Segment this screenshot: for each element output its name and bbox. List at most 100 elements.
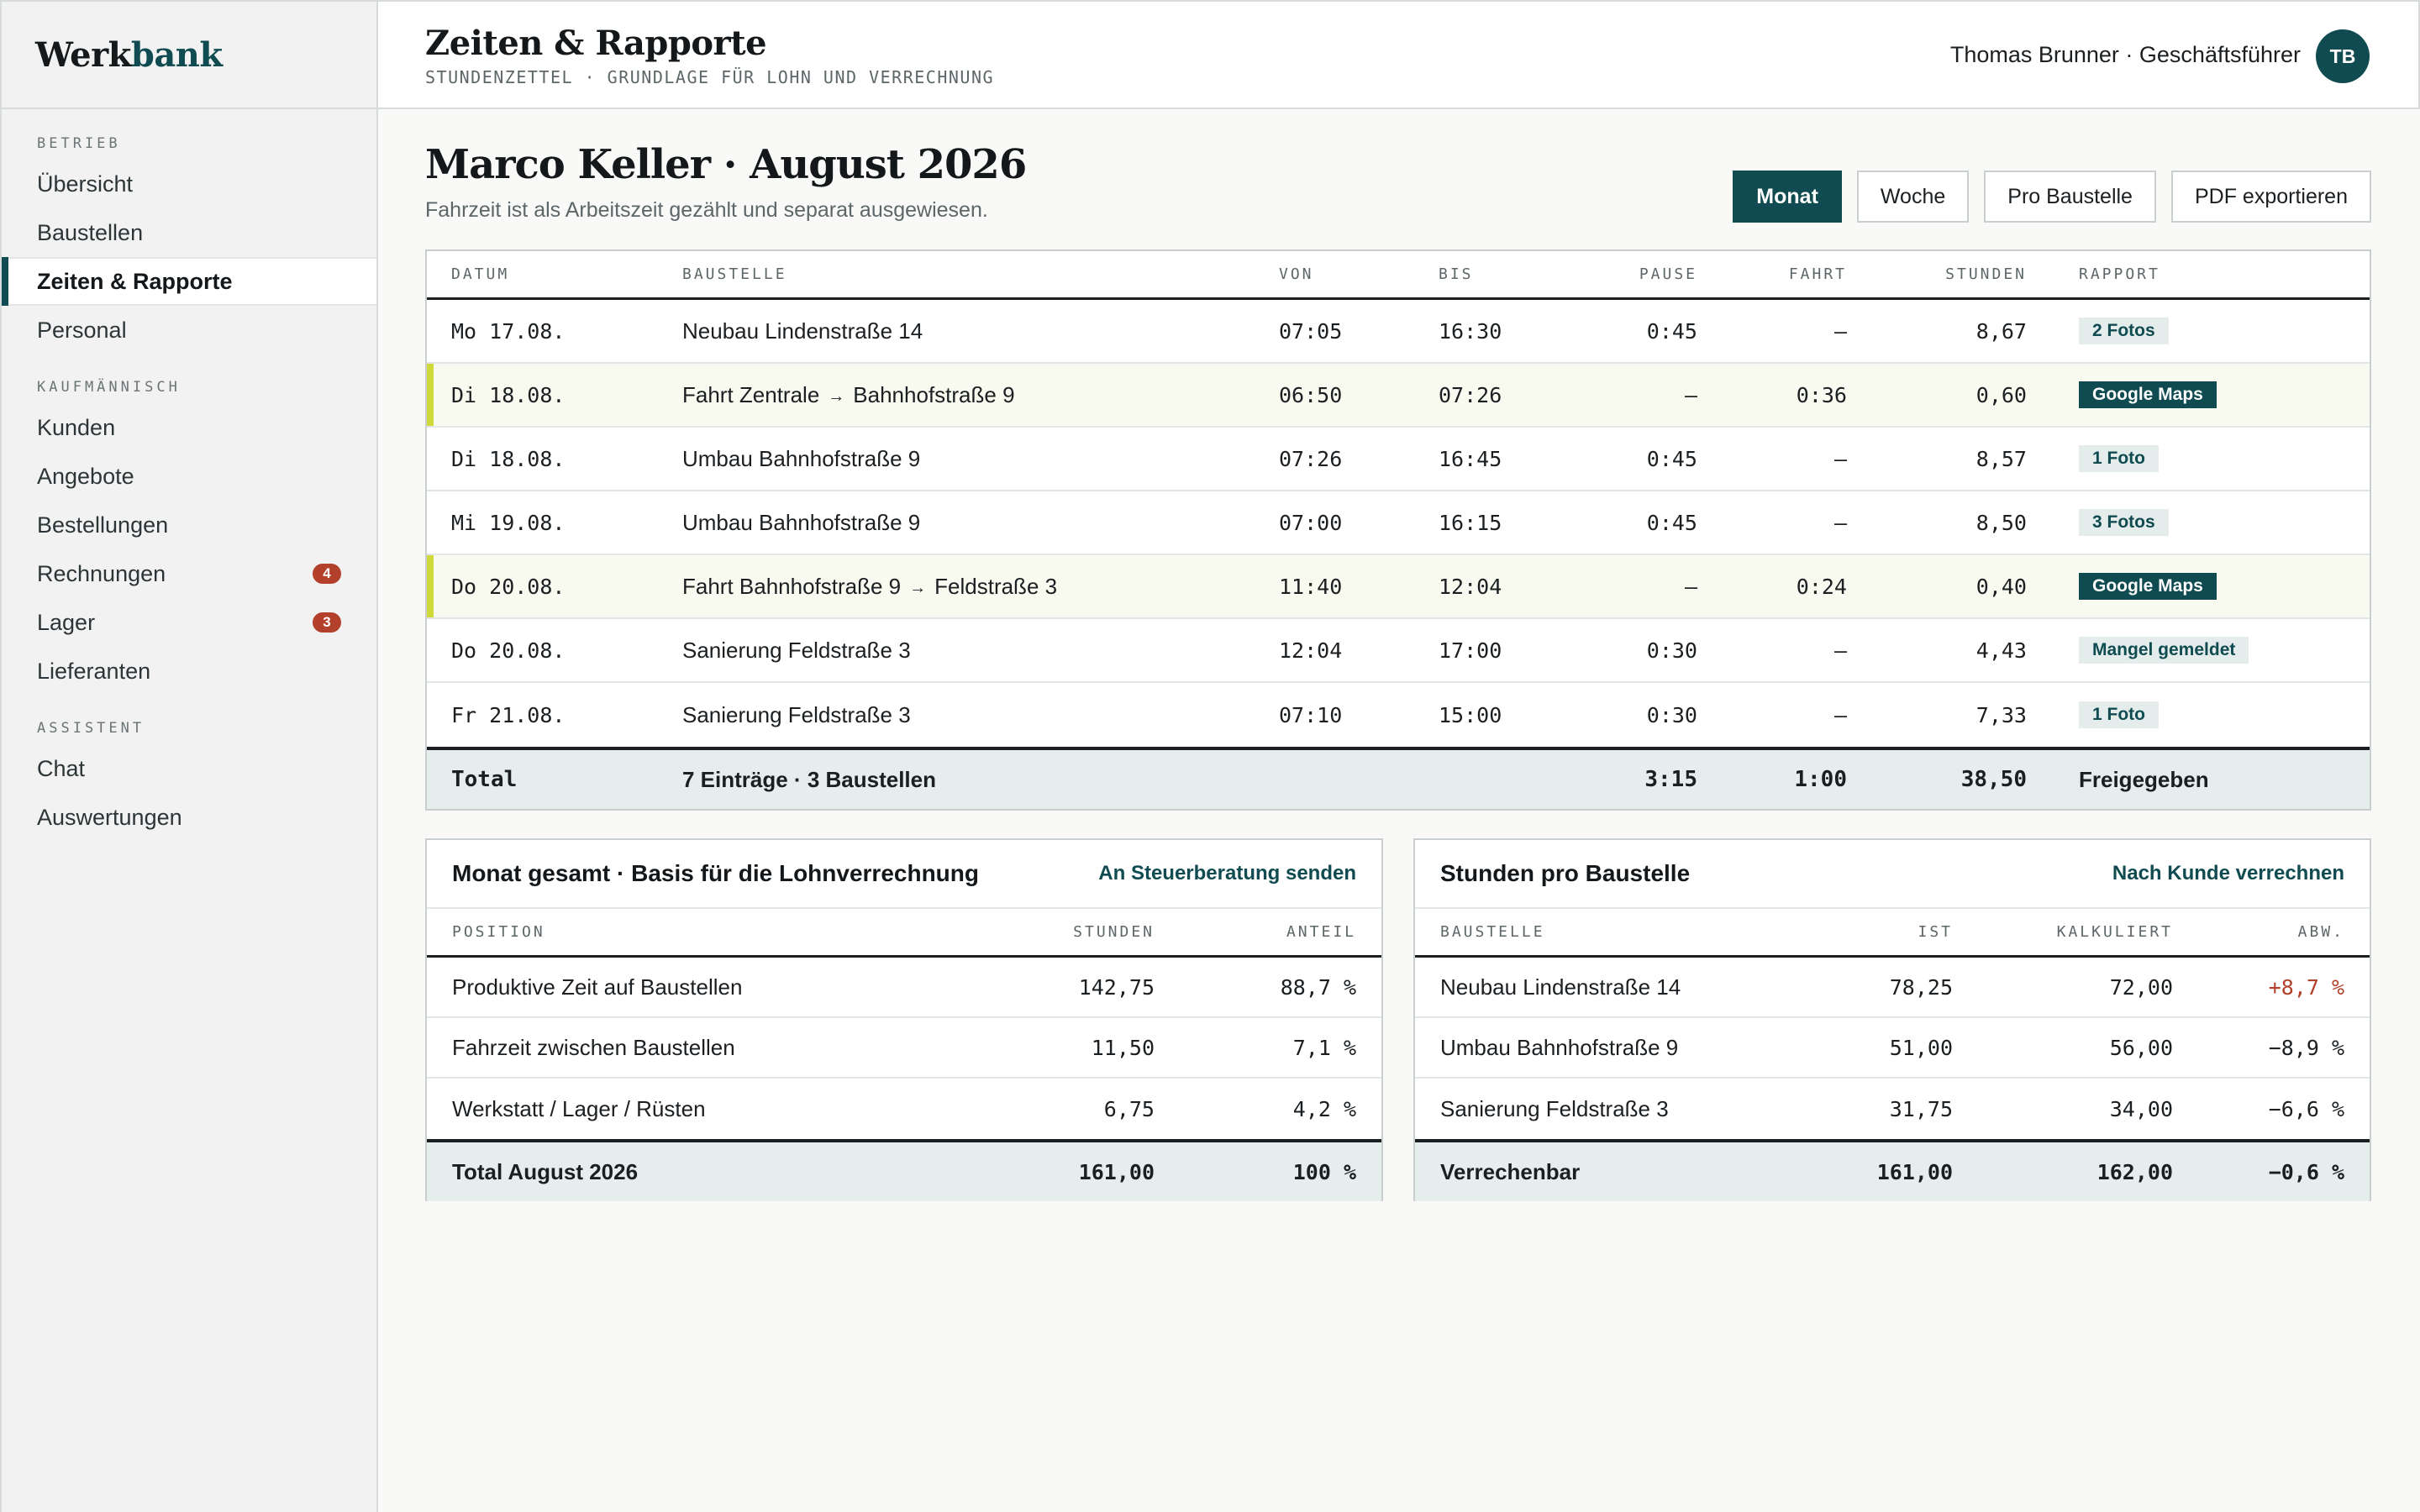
header-title: Zeiten & Rapporte — [425, 24, 767, 63]
table-row[interactable]: Di 18.08. Umbau Bahnhofstraße 9 07:26 16:45… — [427, 428, 2370, 491]
position-anteil: 7,1 % — [1292, 1035, 1356, 1060]
table-row[interactable]: Fr 21.08. Sanierung Feldstraße 3 07:10 15:0… — [427, 683, 2370, 747]
monat-button[interactable]: Monat — [1733, 171, 1842, 223]
cell-von: 07:05 — [1279, 318, 1343, 344]
user-name[interactable]: Thomas Brunner · Geschäftsführer — [1950, 42, 2301, 68]
cell-fahrt: – — [1833, 638, 1847, 663]
sidebar-item-baustellen[interactable]: Baustellen — [2, 208, 376, 257]
site-row[interactable]: Sanierung Feldstraße 3 31,75 34,00 −6,6 % — [1415, 1079, 2370, 1139]
position-label: Fahrzeit zwischen Baustellen — [452, 1034, 735, 1060]
site-kalkuliert: 72,00 — [2109, 974, 2173, 1000]
sidebar-item-zeiten-rapporte[interactable]: Zeiten & Rapporte — [2, 257, 376, 306]
sidebar-item-rechnungen[interactable]: Rechnungen 4 — [2, 549, 376, 598]
table-row[interactable]: Mi 19.08. Umbau Bahnhofstraße 9 07:00 16:15… — [427, 491, 2370, 555]
cell-baustelle: Fahrt Zentrale → Bahnhofstraße 9 — [682, 364, 1015, 426]
total-status: Freigegeben — [2079, 766, 2209, 792]
nav-section-group: BETRIEB Übersicht Baustellen Zeiten & Rappo… — [2, 131, 376, 354]
cell-datum: Do 20.08. — [451, 638, 566, 663]
maps-link-tag[interactable]: Google Maps — [2079, 573, 2217, 600]
col-header-stunden[interactable]: STUNDEN — [1945, 251, 2027, 297]
sidebar-nav: BETRIEB Übersicht Baustellen Zeiten & Rappo… — [2, 109, 376, 842]
sidebar-item-übersicht[interactable]: Übersicht — [2, 160, 376, 208]
sidebar-item-angebote[interactable]: Angebote — [2, 452, 376, 501]
cell-baustelle: Umbau Bahnhofstraße 9 — [682, 445, 921, 471]
col-header-bis[interactable]: BIS — [1439, 251, 1474, 297]
send-to-tax-advisor-link[interactable]: An Steuerberatung senden — [1098, 840, 1356, 907]
rapport-tag[interactable]: 3 Fotos — [2079, 509, 2169, 536]
cell-rapport: 3 Fotos — [2079, 491, 2169, 554]
travel-row[interactable]: Do 20.08. Fahrt Bahnhofstraße 9 → Feldstraß… — [427, 555, 2370, 619]
sidebar-item-auswertungen[interactable]: Auswertungen — [2, 793, 376, 842]
sidebar-item-label: Lager — [37, 609, 96, 635]
sidebar: Werk bank BETRIEB Übersicht Baustellen Zeite… — [0, 0, 378, 1512]
position-stunden: 6,75 — [1103, 1096, 1155, 1121]
rapport-tag[interactable]: 1 Foto — [2079, 701, 2159, 728]
position-anteil: 88,7 % — [1280, 974, 1356, 1000]
position-label: Produktive Zeit auf Baustellen — [452, 974, 743, 1000]
rapport-tag[interactable]: 2 Fotos — [2079, 318, 2169, 344]
sidebar-item-lager[interactable]: Lager 3 — [2, 598, 376, 647]
month-summary-panel: Monat gesamt · Basis für die Lohnverrech… — [425, 838, 1383, 1201]
cell-datum: Mi 19.08. — [451, 510, 566, 535]
cell-fahrt: – — [1833, 510, 1847, 535]
sidebar-item-chat[interactable]: Chat — [2, 744, 376, 793]
table-total-row: Total 7 Einträge · 3 Baustellen 3:15 1:0… — [427, 747, 2370, 809]
page-subtitle: Fahrzeit ist als Arbeitszeit gezählt und… — [425, 198, 988, 222]
month-row: Werkstatt / Lager / Rüsten 6,75 4,2 % — [427, 1079, 1381, 1139]
col-header-pause[interactable]: PAUSE — [1639, 251, 1697, 297]
cell-datum: Fr 21.08. — [451, 702, 566, 727]
sidebar-item-bestellungen[interactable]: Bestellungen — [2, 501, 376, 549]
cell-bis: 17:00 — [1439, 638, 1502, 663]
col-header-baustelle[interactable]: BAUSTELLE — [682, 251, 787, 297]
sidebar-item-label: Baustellen — [37, 219, 144, 245]
bill-by-customer-link[interactable]: Nach Kunde verrechnen — [2112, 840, 2344, 907]
cell-von: 12:04 — [1279, 638, 1343, 663]
sidebar-item-personal[interactable]: Personal — [2, 306, 376, 354]
sidebar-item-label: Chat — [37, 755, 86, 781]
sidebar-item-lieferanten[interactable]: Lieferanten — [2, 647, 376, 696]
route-from: Fahrt Zentrale — [682, 381, 820, 407]
month-row: Fahrzeit zwischen Baustellen 11,50 7,1 % — [427, 1018, 1381, 1079]
travel-row[interactable]: Di 18.08. Fahrt Zentrale → Bahnhofstraße 9 0… — [427, 364, 2370, 428]
col-header-von[interactable]: VON — [1279, 251, 1314, 297]
nav-section-label: KAUFMÄNNISCH — [37, 379, 181, 396]
route-to: Bahnhofstraße 9 — [853, 381, 1015, 407]
cell-pause: – — [1684, 574, 1697, 599]
month-table-header: POSITION STUNDEN ANTEIL — [427, 909, 1381, 958]
col-header-rapport[interactable]: RAPPORT — [2079, 251, 2160, 297]
sidebar-item-kunden[interactable]: Kunden — [2, 403, 376, 452]
col-header-abweichung: ABW. — [2297, 923, 2344, 941]
month-total-stunden: 161,00 — [1078, 1159, 1155, 1184]
site-row[interactable]: Neubau Lindenstraße 14 78,25 72,00 +8,7 % — [1415, 958, 2370, 1018]
brand-logo[interactable]: Werk bank — [2, 0, 376, 109]
sidebar-item-label: Lieferanten — [37, 658, 151, 684]
cell-rapport: Mangel gemeldet — [2079, 619, 2249, 681]
cell-baustelle: Neubau Lindenstraße 14 — [682, 318, 923, 344]
maps-link-tag[interactable]: Google Maps — [2079, 381, 2217, 408]
count-badge: 3 — [313, 612, 341, 633]
rapport-tag[interactable]: 1 Foto — [2079, 445, 2159, 472]
woche-button[interactable]: Woche — [1856, 171, 1970, 223]
sites-total-kalkuliert: 162,00 — [2096, 1159, 2173, 1184]
pdf-exportieren-button[interactable]: PDF exportieren — [2170, 171, 2371, 223]
cell-baustelle: Umbau Bahnhofstraße 9 — [682, 509, 921, 535]
avatar[interactable]: TB — [2316, 29, 2370, 83]
pro-baustelle-button[interactable]: Pro Baustelle — [1984, 171, 2156, 223]
cell-baustelle: Sanierung Feldstraße 3 — [682, 637, 911, 663]
cell-bis: 16:15 — [1439, 510, 1502, 535]
site-row[interactable]: Umbau Bahnhofstraße 9 51,00 56,00 −8,9 % — [1415, 1018, 2370, 1079]
table-row[interactable]: Do 20.08. Sanierung Feldstraße 3 12:04 17:0… — [427, 619, 2370, 683]
col-header-fahrt[interactable]: FAHRT — [1789, 251, 1847, 297]
rapport-tag[interactable]: Mangel gemeldet — [2079, 637, 2249, 664]
nav-section-label: ASSISTENT — [37, 720, 145, 737]
col-header-datum[interactable]: DATUM — [451, 251, 509, 297]
cell-stunden: 8,67 — [1975, 318, 2027, 344]
sidebar-item-label: Kunden — [37, 414, 116, 440]
total-label: Total — [451, 767, 518, 792]
position-label: Werkstatt / Lager / Rüsten — [452, 1095, 706, 1121]
month-panel-header: Monat gesamt · Basis für die Lohnverrech… — [427, 840, 1381, 909]
sites-total-label: Verrechenbar — [1440, 1158, 1581, 1184]
total-stunden: 38,50 — [1960, 767, 2027, 792]
cell-pause: 0:30 — [1646, 638, 1697, 663]
table-row[interactable]: Mo 17.08. Neubau Lindenstraße 14 07:05 16:3… — [427, 300, 2370, 364]
